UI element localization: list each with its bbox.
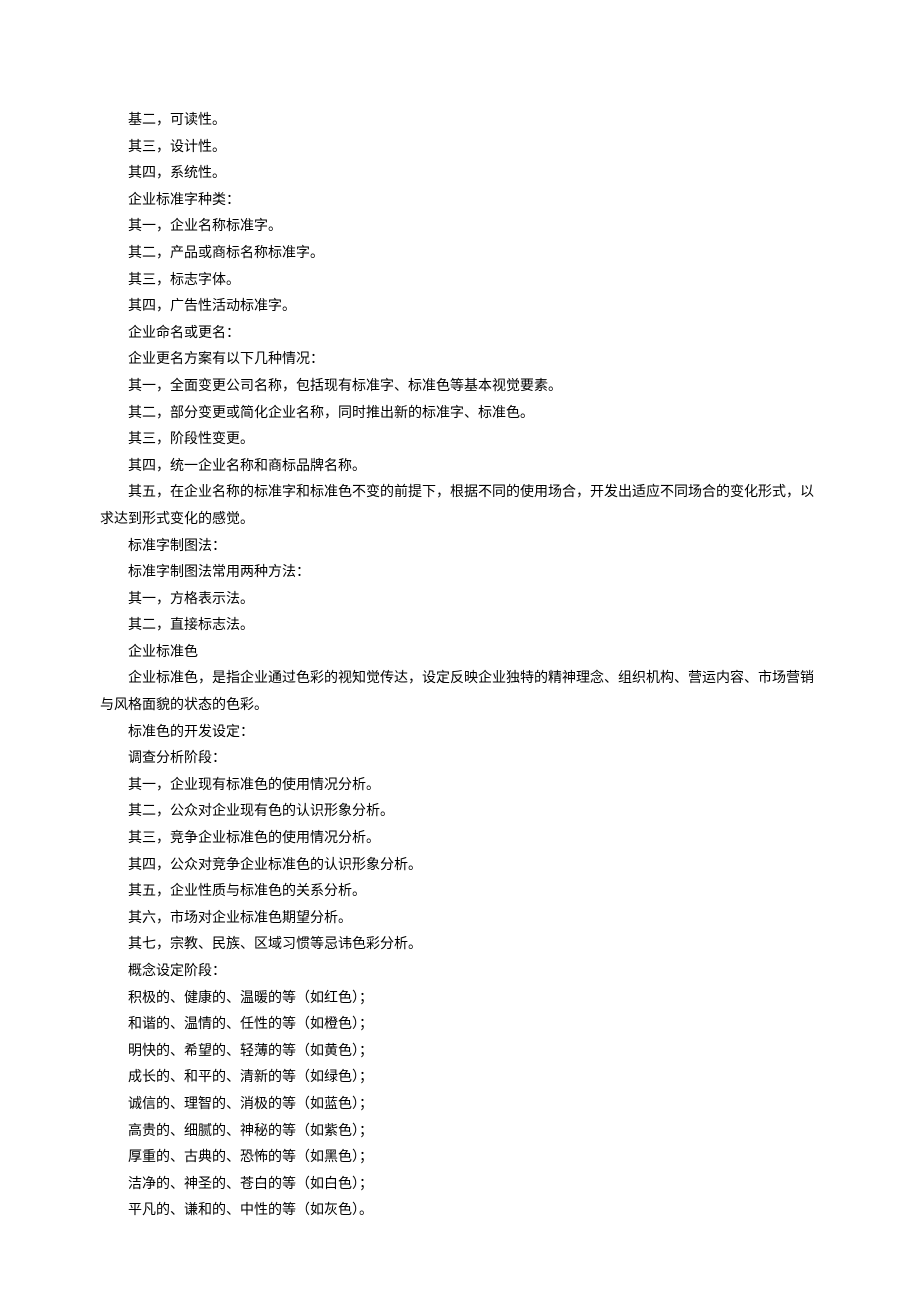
text-line: 其一，企业名称标准字。 <box>100 214 820 241</box>
document-body: 基二，可读性。 其三，设计性。 其四，系统性。 企业标准字种类： 其一，企业名称… <box>100 108 820 1225</box>
text-line: 其六，市场对企业标准色期望分析。 <box>100 906 820 933</box>
text-line: 成长的、和平的、清新的等（如绿色）； <box>100 1065 820 1092</box>
text-line: 洁净的、神圣的、苍白的等（如白色）； <box>100 1172 820 1199</box>
text-line: 其三，阶段性变更。 <box>100 427 820 454</box>
text-line: 企业标准色 <box>100 640 820 667</box>
text-line: 其一，全面变更公司名称，包括现有标准字、标准色等基本视觉要素。 <box>100 374 820 401</box>
text-line: 其五，在企业名称的标准字和标准色不变的前提下，根据不同的使用场合，开发出适应不同… <box>100 480 820 533</box>
text-line: 企业更名方案有以下几种情况： <box>100 347 820 374</box>
text-line: 其二，部分变更或简化企业名称，同时推出新的标准字、标准色。 <box>100 401 820 428</box>
text-line: 其三，标志字体。 <box>100 268 820 295</box>
text-line: 高贵的、细腻的、神秘的等（如紫色）； <box>100 1119 820 1146</box>
text-line: 基二，可读性。 <box>100 108 820 135</box>
text-line: 其四，公众对竞争企业标准色的认识形象分析。 <box>100 853 820 880</box>
text-line: 其二，产品或商标名称标准字。 <box>100 241 820 268</box>
text-line: 其三，设计性。 <box>100 135 820 162</box>
text-line: 其一，企业现有标准色的使用情况分析。 <box>100 773 820 800</box>
text-line: 概念设定阶段： <box>100 959 820 986</box>
text-line: 企业标准字种类： <box>100 188 820 215</box>
text-line: 其五，企业性质与标准色的关系分析。 <box>100 879 820 906</box>
text-line: 其二，直接标志法。 <box>100 613 820 640</box>
text-line: 其七，宗教、民族、区域习惯等忌讳色彩分析。 <box>100 932 820 959</box>
text-line: 其一，方格表示法。 <box>100 587 820 614</box>
text-line: 标准字制图法： <box>100 534 820 561</box>
text-line: 积极的、健康的、温暖的等（如红色）； <box>100 986 820 1013</box>
text-line: 调查分析阶段： <box>100 746 820 773</box>
text-line: 其四，系统性。 <box>100 161 820 188</box>
text-line: 厚重的、古典的、恐怖的等（如黑色）； <box>100 1145 820 1172</box>
text-line: 其三，竞争企业标准色的使用情况分析。 <box>100 826 820 853</box>
text-line: 标准字制图法常用两种方法： <box>100 560 820 587</box>
text-line: 和谐的、温情的、任性的等（如橙色）； <box>100 1012 820 1039</box>
text-line: 明快的、希望的、轻薄的等（如黄色）； <box>100 1039 820 1066</box>
text-line: 平凡的、谦和的、中性的等（如灰色）。 <box>100 1198 820 1225</box>
text-line: 企业标准色，是指企业通过色彩的视知觉传达，设定反映企业独特的精神理念、组织机构、… <box>100 666 820 719</box>
text-line: 其二，公众对企业现有色的认识形象分析。 <box>100 799 820 826</box>
text-line: 其四，广告性活动标准字。 <box>100 294 820 321</box>
text-line: 诚信的、理智的、消极的等（如蓝色）； <box>100 1092 820 1119</box>
text-line: 标准色的开发设定： <box>100 720 820 747</box>
text-line: 企业命名或更名： <box>100 321 820 348</box>
text-line: 其四，统一企业名称和商标品牌名称。 <box>100 454 820 481</box>
